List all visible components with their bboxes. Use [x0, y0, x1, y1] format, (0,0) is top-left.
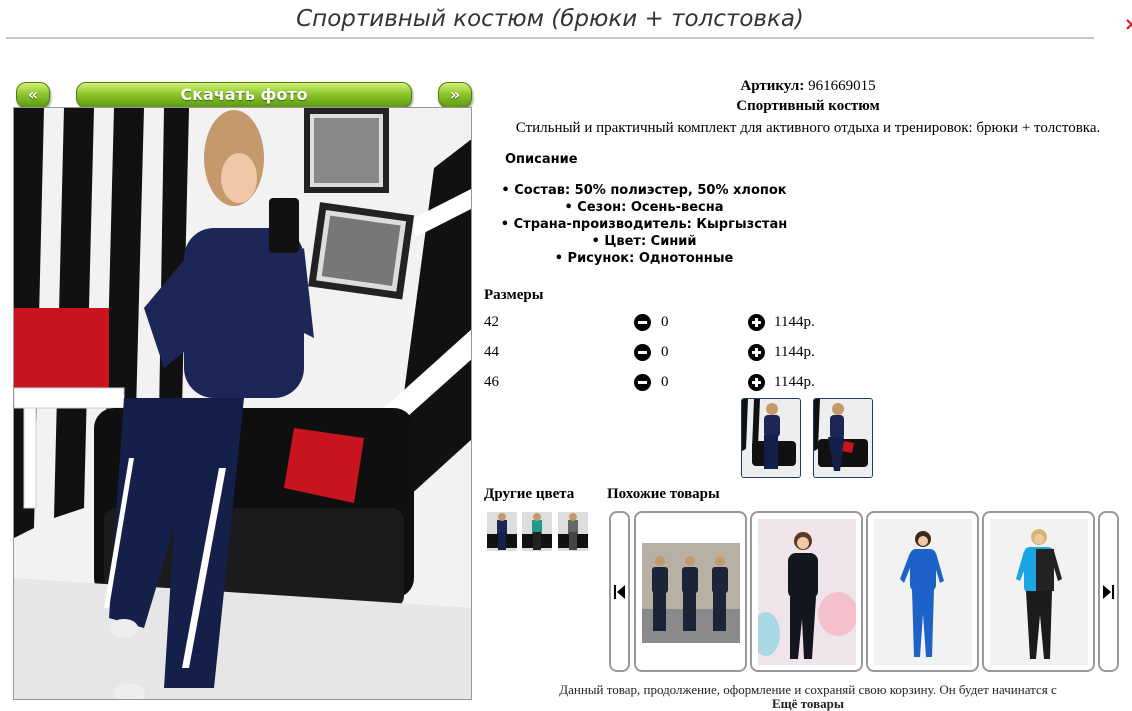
similar-products-heading: Похожие товары [607, 486, 720, 502]
download-photo-button[interactable]: Скачать фото [76, 82, 412, 108]
size-row: 44 0 1144р. [484, 344, 844, 366]
article-label: Артикул: [740, 78, 805, 94]
quantity-value: 0 [661, 314, 669, 330]
sizes-heading: Размеры [484, 287, 544, 303]
skip-next-icon [1103, 585, 1114, 599]
property-list: Состав: 50% полиэстер, 50% хлопок Сезон:… [484, 182, 804, 267]
article-value: 961669015 [808, 78, 876, 94]
article-line: Артикул: 961669015 [484, 78, 1132, 95]
skip-previous-icon [614, 585, 625, 599]
prev-photo-button[interactable]: « [16, 82, 50, 108]
similar-prev-button[interactable] [609, 511, 630, 672]
quantity-value: 0 [661, 374, 669, 390]
size-value: 42 [484, 314, 499, 330]
similar-product-card[interactable] [866, 511, 979, 672]
property-item: Страна-производитель: Кыргызстан [484, 216, 804, 233]
property-item: Цвет: Синий [484, 233, 804, 250]
main-photo-image [14, 108, 471, 699]
photo-thumbnail[interactable] [813, 398, 873, 478]
plus-circle-icon[interactable] [748, 344, 765, 361]
close-icon[interactable]: × [1124, 14, 1132, 35]
other-colors-heading: Другие цвета [484, 486, 575, 502]
quantity-value: 0 [661, 344, 669, 360]
color-variant-thumbnail[interactable] [558, 512, 588, 551]
plus-circle-icon[interactable] [748, 374, 765, 391]
color-variant-thumbnail[interactable] [522, 512, 552, 551]
product-description: Стильный и практичный комплект для актив… [515, 120, 1101, 136]
size-row: 42 0 1144р. [484, 314, 844, 336]
photo-thumbnail[interactable] [741, 398, 801, 478]
bottom-notice: Данный товар, продолжение, оформление и … [484, 683, 1132, 711]
similar-next-button[interactable] [1098, 511, 1119, 672]
size-value: 46 [484, 374, 499, 390]
main-product-photo[interactable] [13, 107, 472, 700]
similar-product-card[interactable] [750, 511, 863, 672]
price-value: 1144р. [774, 344, 815, 360]
plus-circle-icon[interactable] [748, 314, 765, 331]
price-value: 1144р. [774, 314, 815, 330]
property-item: Рисунок: Однотонные [484, 250, 804, 267]
title-divider [6, 37, 1094, 39]
bottom-notice-text: Данный товар, продолжение, оформление и … [559, 682, 1057, 697]
minus-circle-icon[interactable] [634, 344, 651, 361]
minus-circle-icon[interactable] [634, 374, 651, 391]
property-item: Состав: 50% полиэстер, 50% хлопок [484, 182, 804, 199]
price-value: 1144р. [774, 374, 815, 390]
size-row: 46 0 1144р. [484, 374, 844, 396]
description-heading: Описание [505, 152, 578, 167]
minus-circle-icon[interactable] [634, 314, 651, 331]
size-value: 44 [484, 344, 499, 360]
similar-product-card[interactable] [982, 511, 1095, 672]
similar-product-card[interactable] [634, 511, 747, 672]
color-variant-thumbnail[interactable] [487, 512, 517, 551]
page-title: Спортивный костюм (брюки + толстовка) [296, 6, 804, 32]
property-item: Сезон: Осень-весна [484, 199, 804, 216]
product-name: Спортивный костюм [736, 98, 880, 114]
next-photo-button[interactable]: » [438, 82, 472, 108]
more-products-link[interactable]: Ещё товары [484, 697, 1132, 711]
